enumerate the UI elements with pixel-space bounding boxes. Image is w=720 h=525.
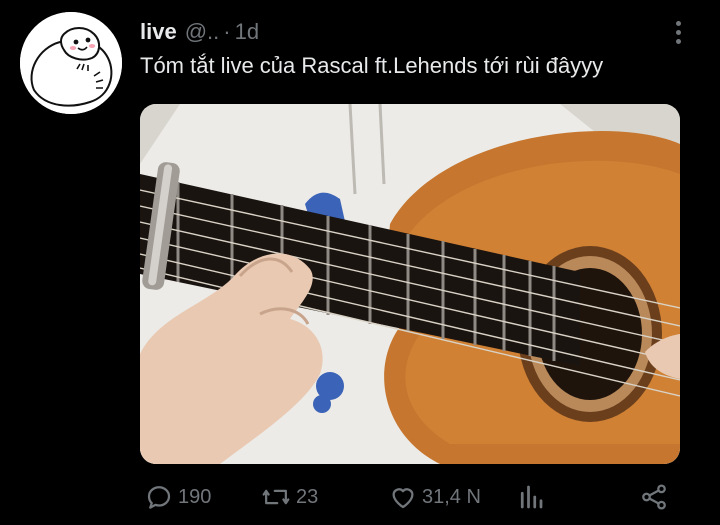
tweet[interactable]: live @.. · 1d Tóm tắt live của Rascal ft… (0, 0, 720, 525)
share-button[interactable] (638, 474, 670, 520)
tweet-text: Tóm tắt live của Rascal ft.Lehends tới r… (140, 53, 604, 78)
retweet-count: 23 (296, 485, 319, 508)
avatar-image (20, 12, 122, 114)
user-handle[interactable]: @.. (185, 19, 220, 45)
separator-dot: · (223, 19, 231, 44)
analytics-button[interactable] (516, 474, 546, 520)
like-button[interactable]: 31,4 N (388, 474, 481, 520)
retweet-button[interactable]: 23 (260, 474, 318, 520)
like-icon (388, 482, 418, 512)
retweet-icon (260, 482, 292, 512)
tweet-media[interactable] (140, 104, 680, 464)
display-name[interactable]: live (140, 19, 177, 45)
tweet-header: live @.. · 1d (140, 14, 259, 50)
reply-button[interactable]: 190 (144, 474, 211, 520)
share-icon (638, 482, 670, 512)
avatar[interactable] (20, 12, 122, 114)
reply-count: 190 (178, 485, 212, 508)
more-options-icon[interactable] (668, 16, 688, 48)
guitar-video-thumbnail (140, 104, 680, 464)
timestamp[interactable]: 1d (235, 19, 259, 45)
reply-icon (144, 482, 174, 512)
like-count: 31,4 N (422, 485, 481, 508)
tweet-actions: 190 23 31,4 N (140, 474, 680, 520)
analytics-icon (516, 482, 546, 512)
